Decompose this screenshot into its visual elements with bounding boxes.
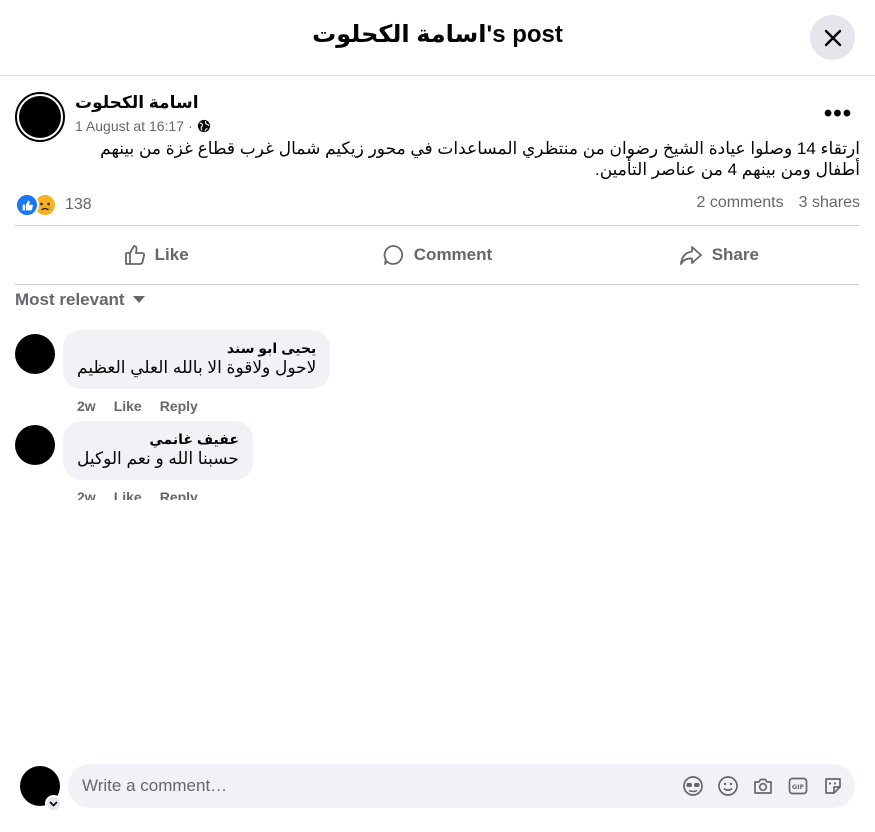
post-text-line: أطفال ومن بينهم 4 من عناصر التأمين. (594, 160, 860, 179)
sticker-button[interactable] (821, 774, 845, 798)
sort-label: Most relevant (15, 290, 125, 309)
more-options-button[interactable]: ••• (820, 100, 856, 128)
author-name[interactable]: اسامة الكحلوت (75, 93, 199, 113)
share-label: Share (711, 245, 759, 264)
like-label: Like (154, 245, 189, 264)
camera-button[interactable] (751, 774, 775, 798)
caret-down-icon (132, 296, 145, 303)
share-icon (679, 246, 702, 265)
comment-text: حسبنا الله و نعم الوكيل (77, 449, 239, 468)
comment-actions: 2w Like Reply (77, 398, 198, 414)
camera-icon (754, 778, 772, 794)
close-icon (824, 29, 841, 46)
comment-icon (383, 245, 403, 265)
sticker-icon (825, 778, 841, 794)
comment-placeholder: Write a comment… (82, 776, 228, 795)
globe-icon (197, 119, 210, 133)
post-text: ارتقاء 14 وصلوا عيادة الشيخ رضوان من منت… (15, 138, 860, 180)
commenter-avatar[interactable] (15, 334, 55, 374)
post-dialog: اسامة الكحلوت's post اسامة الكحلوت 1 Aug… (0, 0, 875, 832)
comment-bubble: يحيى ابو سند لاحول ولاقوة الا بالله العل… (63, 330, 331, 389)
comments-count[interactable]: 2 comments (696, 194, 783, 212)
comment-actions: 2w Like Reply (77, 489, 198, 500)
comment-like-button[interactable]: Like (114, 489, 142, 500)
action-bar: Like Comment Share (15, 225, 859, 285)
comment-reply-button[interactable]: Reply (160, 398, 198, 414)
emoji-icon (718, 776, 738, 796)
svg-text:GIF: GIF (792, 783, 804, 791)
like-button[interactable]: Like (15, 233, 296, 277)
reactions-summary[interactable]: 138 (15, 192, 92, 218)
dialog-title: اسامة الكحلوت's post (312, 21, 563, 48)
emoji-button[interactable] (716, 774, 740, 798)
comment-clip-region: عفيف غانمي حسبنا الله و نعم الوكيل 2w Li… (0, 420, 875, 500)
comment-time[interactable]: 2w (77, 398, 96, 414)
dialog-header: اسامة الكحلوت's post (0, 0, 875, 76)
post-meta: 1 August at 16:17 · (75, 118, 211, 134)
comment-button[interactable]: Comment (296, 233, 577, 277)
comment-bubble: عفيف غانمي حسبنا الله و نعم الوكيل (63, 421, 253, 480)
comment-text: لاحول ولاقوة الا بالله العلي العظيم (77, 358, 317, 377)
post-stats: 2 comments 3 shares (696, 194, 860, 212)
like-reaction-icon (15, 193, 39, 217)
comment-like-button[interactable]: Like (114, 398, 142, 414)
reaction-count: 138 (65, 196, 92, 213)
gif-button[interactable]: GIF (786, 774, 810, 798)
commenter-avatar[interactable] (15, 425, 55, 465)
commenter-name[interactable]: عفيف غانمي (77, 430, 239, 448)
author-avatar[interactable] (15, 92, 65, 142)
post-time[interactable]: 1 August at 16:17 (75, 118, 184, 134)
meta-separator: · (187, 118, 193, 134)
comment-time[interactable]: 2w (77, 489, 96, 500)
comment-sort-dropdown[interactable]: Most relevant (15, 290, 145, 310)
thumbs-up-icon (124, 245, 145, 265)
composer-tools: GIF (681, 774, 845, 798)
avatar-sticker-icon (683, 776, 703, 796)
shares-count[interactable]: 3 shares (799, 194, 860, 212)
comment-reply-button[interactable]: Reply (160, 489, 198, 500)
profile-switch-button[interactable] (45, 795, 62, 812)
post-text-line: ارتقاء 14 وصلوا عيادة الشيخ رضوان من منت… (100, 139, 860, 158)
avatar-sticker-button[interactable] (681, 774, 705, 798)
gif-icon: GIF (788, 777, 808, 795)
chevron-down-icon (49, 800, 58, 807)
close-button[interactable] (810, 15, 855, 60)
comment-label: Comment (413, 245, 493, 264)
share-button[interactable]: Share (578, 233, 859, 277)
commenter-name[interactable]: يحيى ابو سند (77, 339, 316, 357)
comment-input[interactable]: Write a comment… GIF (68, 764, 855, 808)
